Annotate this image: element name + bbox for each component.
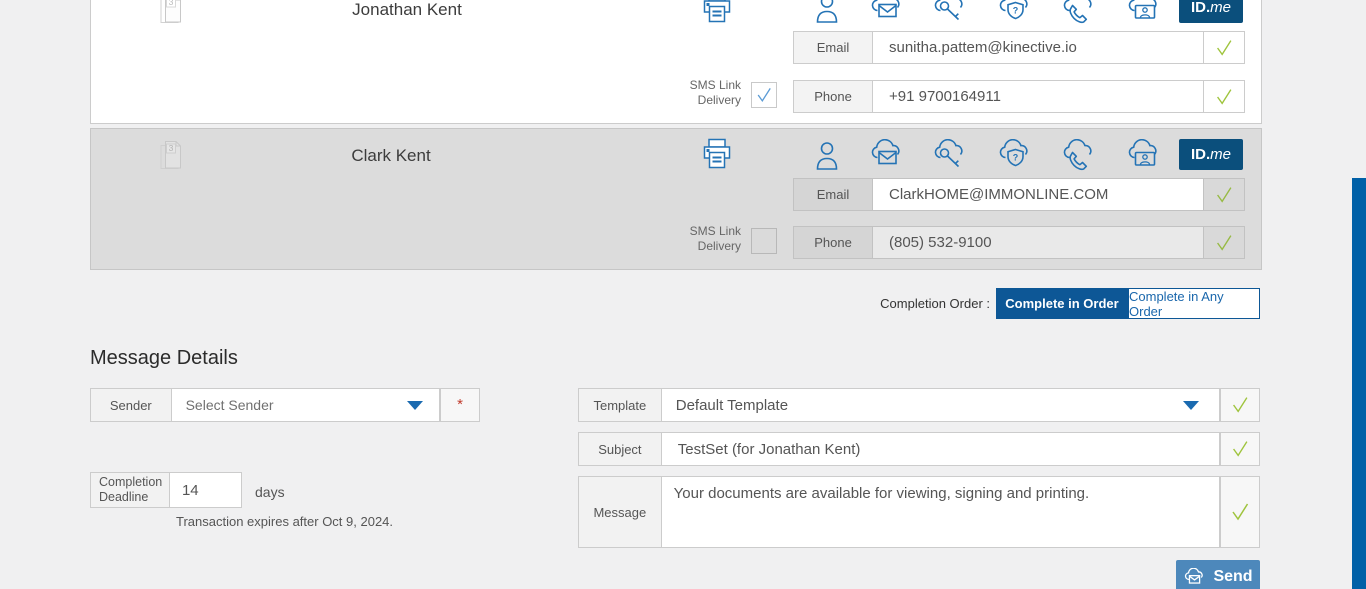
person-icon[interactable] bbox=[808, 0, 846, 24]
deadline-expiry-note: Transaction expires after Oct 9, 2024. bbox=[176, 514, 394, 529]
esign-send-page: 3 Jonathan Kent ? ID. me Email sunitha.p… bbox=[0, 0, 1366, 589]
complete-in-any-order-button[interactable]: Complete in Any Order bbox=[1128, 288, 1260, 319]
green-check-icon bbox=[1217, 88, 1232, 105]
template-row: Template Default Template bbox=[578, 388, 1260, 422]
phone-valid-indicator bbox=[1203, 227, 1244, 258]
email-field-row: Email bbox=[793, 178, 1245, 211]
cloud-key-icon[interactable] bbox=[931, 0, 969, 24]
green-check-icon bbox=[1217, 39, 1232, 56]
sms-link-delivery-label: SMS Link Delivery bbox=[689, 224, 741, 253]
phone-input[interactable] bbox=[887, 233, 1203, 252]
idme-bold: ID. bbox=[1190, 0, 1211, 16]
subject-input[interactable] bbox=[675, 439, 1220, 459]
cloud-id-card-icon[interactable] bbox=[1125, 0, 1163, 24]
phone-label: Phone bbox=[794, 227, 873, 258]
phone-input[interactable] bbox=[887, 87, 1203, 106]
recipient-card-1: 3 Jonathan Kent ? ID. me Email sunitha.p… bbox=[90, 0, 1262, 124]
svg-text:?: ? bbox=[1013, 6, 1019, 16]
message-label: Message bbox=[579, 477, 662, 547]
printer-icon[interactable] bbox=[700, 0, 734, 25]
cloud-phone-icon[interactable] bbox=[1060, 139, 1098, 171]
sms-link-delivery-checkbox[interactable] bbox=[751, 82, 777, 108]
blue-check-icon bbox=[757, 87, 771, 103]
person-icon[interactable] bbox=[808, 139, 846, 171]
phone-valid-indicator bbox=[1203, 81, 1244, 112]
sms-link-delivery-checkbox[interactable] bbox=[751, 228, 777, 254]
cloud-key-icon[interactable] bbox=[931, 139, 969, 171]
email-label: Email bbox=[794, 32, 873, 63]
svg-text:?: ? bbox=[1013, 153, 1019, 163]
recipient-name: Jonathan Kent bbox=[352, 0, 462, 19]
cloud-email-icon[interactable] bbox=[868, 139, 906, 171]
message-details-heading: Message Details bbox=[90, 347, 238, 369]
cloud-envelope-icon bbox=[1185, 567, 1204, 584]
green-check-icon bbox=[1233, 441, 1248, 457]
green-check-icon bbox=[1233, 397, 1248, 413]
sender-selected-value: Select Sender bbox=[185, 397, 274, 413]
message-valid-indicator bbox=[1220, 477, 1259, 547]
email-valid-indicator bbox=[1203, 179, 1244, 210]
recipient-card-2: 3 Clark Kent ? ID. me Email ClarkHOME@IM… bbox=[90, 128, 1262, 270]
cloud-shield-question-icon[interactable]: ? bbox=[996, 0, 1034, 24]
complete-in-order-button[interactable]: Complete in Order bbox=[996, 288, 1128, 319]
sender-required-indicator: * bbox=[440, 389, 479, 421]
deadline-unit-label: days bbox=[255, 484, 285, 500]
green-check-icon bbox=[1232, 503, 1249, 521]
phone-label: Phone bbox=[794, 81, 873, 112]
printer-icon[interactable] bbox=[700, 137, 734, 171]
completion-deadline-label: Completion Deadline bbox=[91, 473, 170, 507]
green-check-icon bbox=[1217, 186, 1232, 203]
cloud-shield-question-icon[interactable]: ? bbox=[996, 139, 1034, 171]
send-button-label: Send bbox=[1213, 568, 1253, 585]
chevron-down-icon[interactable] bbox=[1183, 401, 1200, 410]
idme-italic: me bbox=[1210, 0, 1231, 16]
sender-dropdown[interactable]: Select Sender bbox=[171, 389, 441, 421]
completion-order-label: Completion Order : bbox=[880, 296, 990, 311]
send-button[interactable]: Send bbox=[1176, 560, 1260, 589]
template-selected-value: Default Template bbox=[675, 396, 789, 414]
required-asterisk: * bbox=[457, 396, 464, 413]
email-label: Email bbox=[794, 179, 873, 210]
email-valid-indicator bbox=[1203, 32, 1244, 63]
vertical-scrollbar-thumb[interactable] bbox=[1352, 178, 1366, 589]
email-input[interactable] bbox=[887, 185, 1203, 204]
subject-label: Subject bbox=[579, 433, 662, 465]
cloud-id-card-icon[interactable] bbox=[1125, 139, 1163, 171]
template-dropdown[interactable]: Default Template bbox=[661, 389, 1221, 421]
subject-row: Subject bbox=[578, 432, 1260, 466]
deadline-days-input[interactable] bbox=[179, 480, 234, 500]
sender-label: Sender bbox=[91, 389, 172, 421]
sender-row: Sender Select Sender * bbox=[90, 388, 480, 422]
message-row: Message Your documents are available for… bbox=[578, 476, 1260, 548]
cloud-phone-icon[interactable] bbox=[1060, 0, 1098, 24]
idme-badge[interactable]: ID. me bbox=[1179, 139, 1243, 170]
phone-field-row: Phone bbox=[793, 80, 1245, 113]
subject-valid-indicator bbox=[1220, 433, 1259, 465]
sms-link-delivery-label: SMS Link Delivery bbox=[689, 78, 741, 107]
completion-deadline-row: Completion Deadline bbox=[90, 472, 242, 508]
green-check-icon bbox=[1217, 234, 1232, 251]
template-valid-indicator bbox=[1220, 389, 1259, 421]
idme-badge[interactable]: ID. me bbox=[1179, 0, 1243, 23]
message-textarea[interactable]: Your documents are available for viewing… bbox=[661, 477, 1220, 547]
chevron-down-icon[interactable] bbox=[407, 401, 424, 410]
recipient-name: Clark Kent bbox=[351, 146, 431, 165]
email-input[interactable] bbox=[887, 38, 1203, 57]
cloud-email-icon[interactable] bbox=[868, 0, 906, 24]
email-field-row: Email bbox=[793, 31, 1245, 64]
idme-bold: ID. bbox=[1190, 146, 1211, 163]
template-label: Template bbox=[579, 389, 662, 421]
phone-field-row: Phone bbox=[793, 226, 1245, 259]
idme-italic: me bbox=[1210, 146, 1231, 163]
